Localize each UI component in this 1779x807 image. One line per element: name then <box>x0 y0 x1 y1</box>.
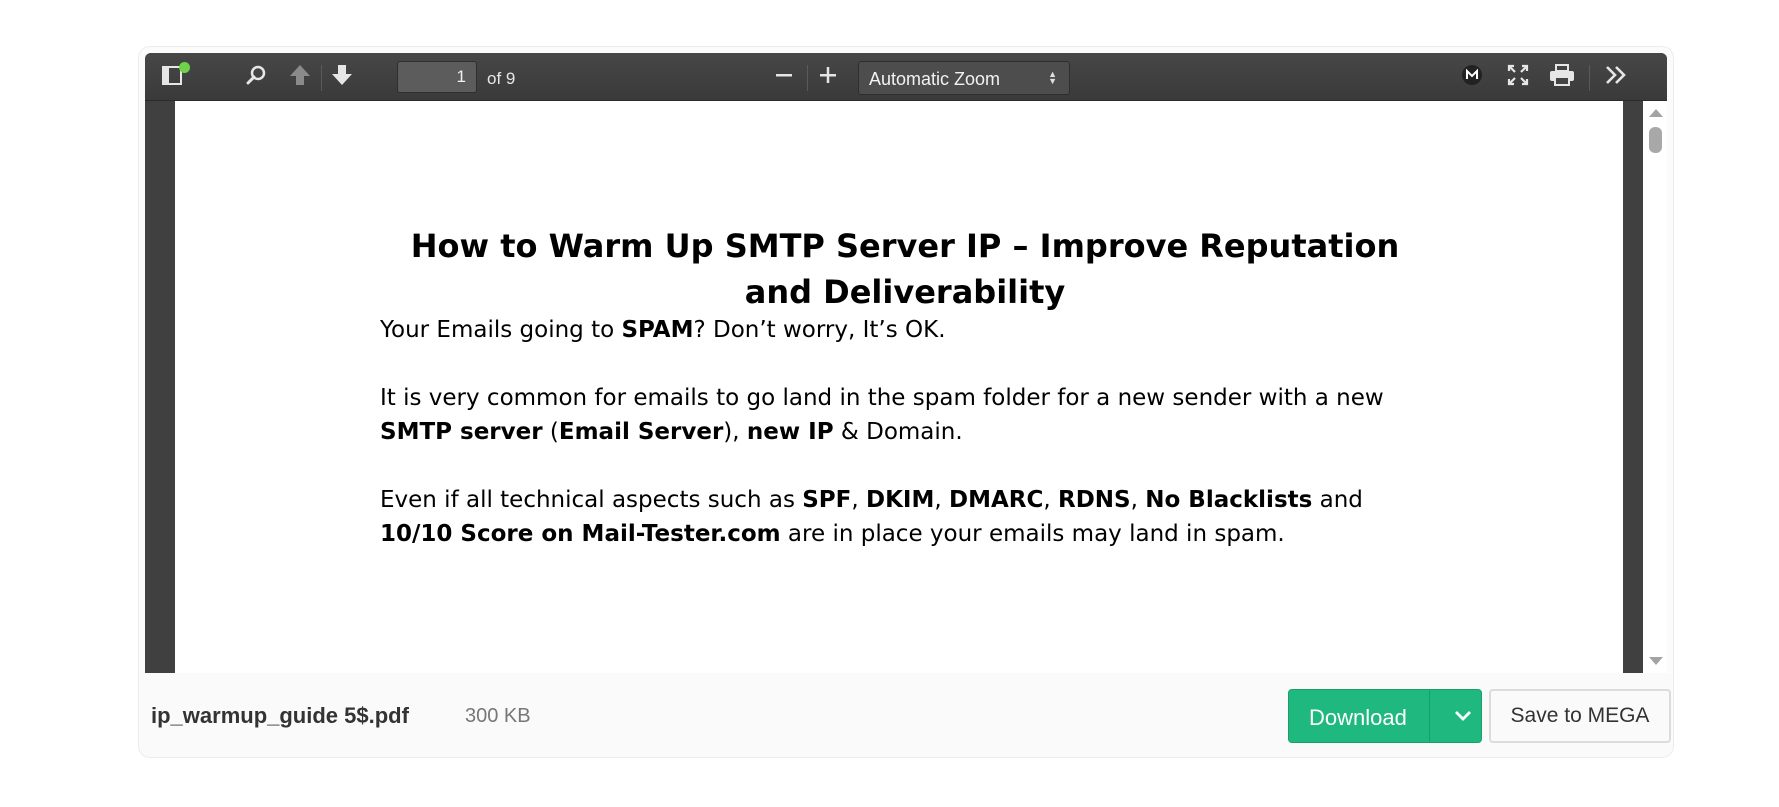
print-icon <box>1549 63 1575 91</box>
pdf-viewer: of 9 Automatic Zoom ▲▼ <box>145 53 1667 673</box>
zoom-select[interactable]: Automatic Zoom ▲ ▼ <box>858 61 1070 95</box>
print-button[interactable] <box>1545 61 1579 93</box>
sidebar-toggle-button[interactable] <box>155 61 190 93</box>
fullscreen-button[interactable] <box>1501 61 1535 93</box>
double-chevron-right-icon <box>1604 64 1628 91</box>
document-title: How to Warm Up SMTP Server IP – Improve … <box>410 227 1400 311</box>
pdf-content-area[interactable]: How to Warm Up SMTP Server IP – Improve … <box>145 101 1667 673</box>
mega-button[interactable] <box>1455 61 1489 93</box>
file-name: ip_warmup_guide 5$.pdf <box>151 703 409 728</box>
select-arrows-icon: ▲ ▼ <box>1048 69 1057 86</box>
previous-page-button[interactable] <box>283 61 317 93</box>
download-button[interactable]: Download <box>1288 689 1482 743</box>
minus-icon <box>774 65 794 90</box>
pdf-page: How to Warm Up SMTP Server IP – Improve … <box>175 101 1623 673</box>
document-paragraph: Your Emails going to SPAM? Don’t worry, … <box>380 317 946 343</box>
toolbar-separator <box>807 65 808 91</box>
more-tools-button[interactable] <box>1599 61 1633 93</box>
page-number-input[interactable] <box>397 61 477 93</box>
arrow-up-icon <box>289 63 311 92</box>
file-size: 300 KB <box>465 705 531 727</box>
file-footer: ip_warmup_guide 5$.pdf 300 KB Download S… <box>139 673 1673 757</box>
chevron-down-icon[interactable] <box>1453 704 1473 733</box>
zoom-in-button[interactable] <box>811 61 845 93</box>
download-split-divider <box>1429 690 1430 742</box>
zoom-out-button[interactable] <box>767 61 801 93</box>
search-button[interactable] <box>239 61 273 93</box>
file-preview-panel: of 9 Automatic Zoom ▲▼ <box>138 46 1674 758</box>
search-icon <box>245 64 267 91</box>
fullscreen-icon <box>1507 64 1529 91</box>
next-page-button[interactable] <box>325 61 359 93</box>
page-count-label: of 9 <box>487 69 516 88</box>
pdf-toolbar: of 9 Automatic Zoom ▲▼ <box>145 53 1667 101</box>
arrow-down-icon <box>331 63 353 92</box>
mega-logo-icon <box>1461 64 1483 91</box>
download-label: Download <box>1309 705 1407 730</box>
scroll-down-arrow-icon[interactable] <box>1649 657 1663 665</box>
scrollbar-thumb[interactable] <box>1649 127 1662 153</box>
document-paragraph: It is very common for emails to go land … <box>380 385 1384 445</box>
plus-icon <box>818 65 838 90</box>
toolbar-separator <box>321 65 322 91</box>
save-to-mega-button[interactable]: Save to MEGA <box>1489 689 1671 743</box>
document-paragraph: Even if all technical aspects such as SP… <box>380 487 1363 547</box>
zoom-select-value: Automatic Zoom <box>869 69 1001 89</box>
vertical-scrollbar[interactable] <box>1643 101 1667 673</box>
notification-dot <box>179 62 190 73</box>
scroll-up-arrow-icon[interactable] <box>1649 109 1663 117</box>
toolbar-separator <box>1589 65 1590 91</box>
